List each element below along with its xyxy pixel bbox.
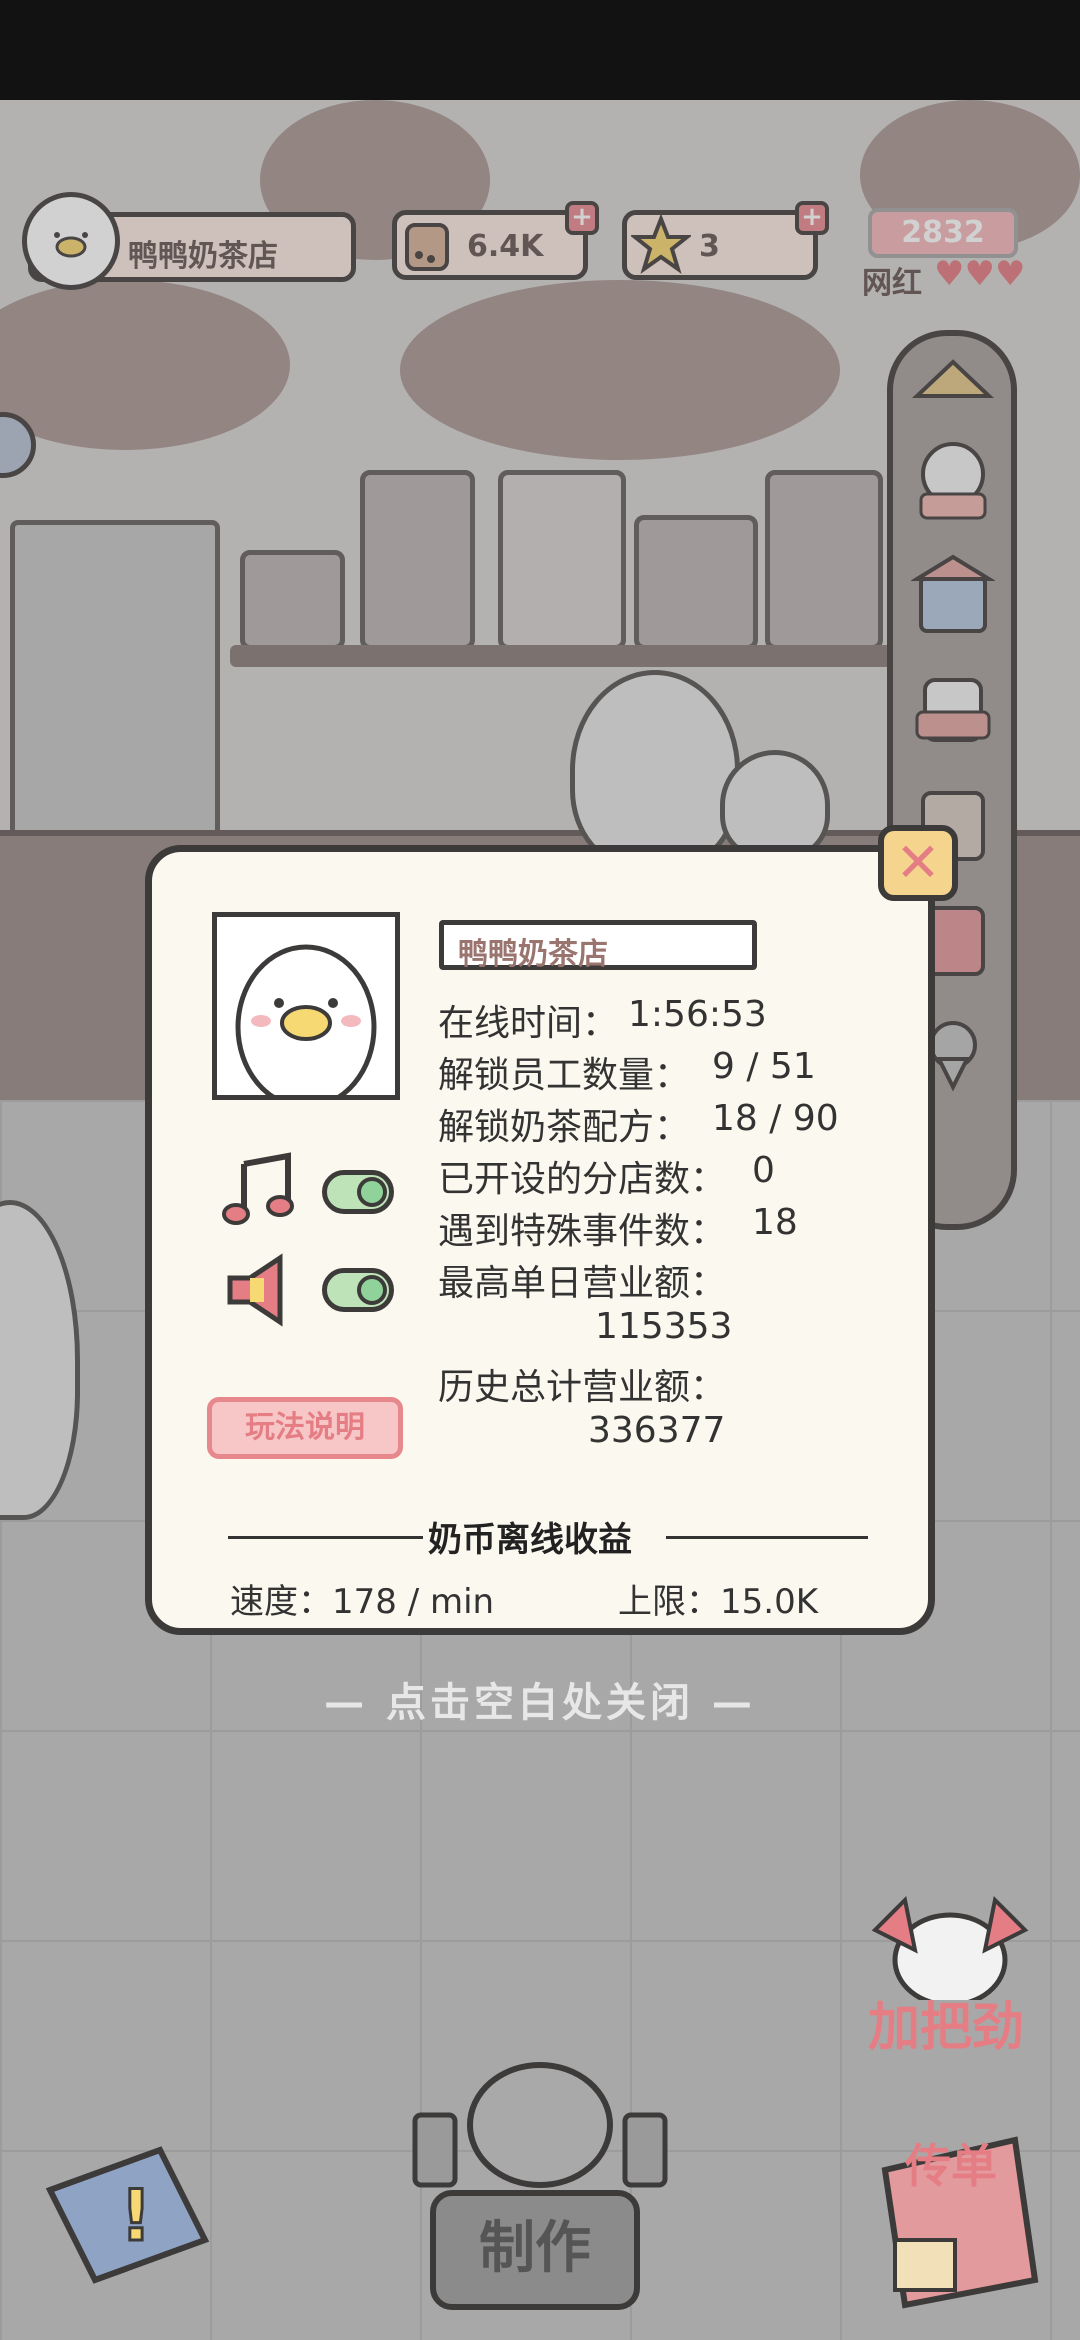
offline-limit: 上限：15.0K xyxy=(618,1582,818,1622)
sound-toggle[interactable] xyxy=(322,1268,394,1312)
staff-label: 解锁员工数量： xyxy=(438,1055,691,1096)
sound-toggle-knob xyxy=(357,1275,387,1305)
divider-line-right xyxy=(666,1536,868,1539)
make-button-label: 制作 xyxy=(479,2216,591,2281)
branches-label: 已开设的分店数： xyxy=(438,1159,727,1200)
offline-earnings-divider: 奶币离线收益 xyxy=(228,1512,868,1562)
max-daily-value: 115353 xyxy=(595,1306,733,1347)
book-icon: ! xyxy=(45,2146,210,2284)
help-button[interactable]: 玩法说明 xyxy=(207,1397,403,1459)
online-time-value: 1:56:53 xyxy=(628,994,767,1035)
sound-setting xyxy=(222,1250,422,1330)
close-icon: ✕ xyxy=(895,831,941,894)
events-value: 18 xyxy=(752,1202,798,1243)
quest-book-button[interactable]: ! xyxy=(40,2140,215,2294)
music-note-icon xyxy=(222,1152,294,1225)
flyer-label: 传单 xyxy=(905,2139,997,2193)
staff-value: 9 / 51 xyxy=(712,1046,816,1087)
shop-name-field[interactable]: 鸭鸭奶茶店 xyxy=(439,920,757,972)
offline-earnings-title: 奶币离线收益 xyxy=(428,1520,632,1560)
cheer-label: 加把劲 xyxy=(868,1998,1025,2058)
cheering-duck-icon xyxy=(871,1895,1029,2008)
music-setting xyxy=(222,1152,422,1232)
recipes-label: 解锁奶茶配方： xyxy=(438,1107,691,1148)
close-button[interactable]: ✕ xyxy=(878,825,958,901)
shop-name-text: 鸭鸭奶茶店 xyxy=(458,937,608,972)
music-toggle-knob xyxy=(357,1177,387,1207)
total-label: 历史总计营业额： xyxy=(438,1367,727,1408)
online-time-label: 在线时间： xyxy=(438,1003,619,1044)
music-toggle[interactable] xyxy=(322,1170,394,1214)
offline-speed: 速度：178 / min xyxy=(230,1582,495,1622)
shop-info-panel: 鸭鸭奶茶店 在线时间： 1:56:53 解锁员工数量： 9 / 51 解锁奶茶配… xyxy=(145,845,935,1635)
max-daily-label: 最高单日营业额： xyxy=(438,1263,727,1304)
close-hint: — 点击空白处关闭 — xyxy=(324,1680,756,1726)
duck-portrait-icon xyxy=(235,944,377,1095)
events-label: 遇到特殊事件数： xyxy=(438,1211,727,1252)
make-button[interactable]: 制作 xyxy=(430,2190,640,2310)
recipes-value: 18 / 90 xyxy=(712,1098,839,1139)
divider-line-left xyxy=(228,1536,423,1539)
shop-avatar-large xyxy=(212,912,400,1100)
help-button-label: 玩法说明 xyxy=(245,1410,365,1445)
svg-text:!: ! xyxy=(120,2175,152,2257)
speaker-icon xyxy=(227,1253,283,1327)
branches-value: 0 xyxy=(752,1150,775,1191)
total-value: 336377 xyxy=(588,1410,726,1451)
